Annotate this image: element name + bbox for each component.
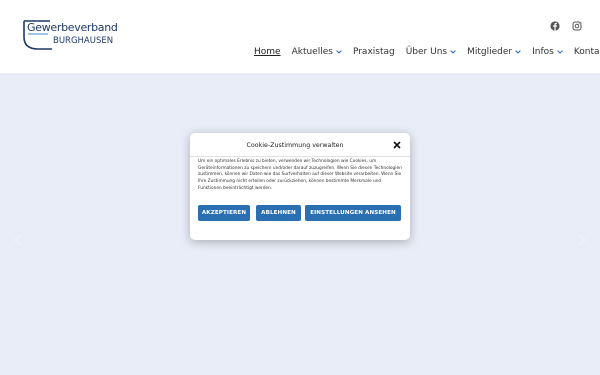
nav-item-mitglieder[interactable]: Mitglieder	[467, 47, 521, 58]
instagram-icon	[572, 21, 582, 31]
view-settings-button[interactable]: EINSTELLUNGEN ANSEHEN	[305, 205, 401, 221]
nav-item-kontakt[interactable]: Kontakt	[574, 47, 600, 58]
nav-item-label: Mitglieder	[467, 46, 513, 57]
facebook-link[interactable]	[548, 19, 562, 33]
site-logo[interactable]: Gewerbeverband BURGHAUSEN	[22, 19, 118, 55]
slider-next-arrow[interactable]	[577, 231, 587, 246]
chevron-down-icon	[515, 50, 521, 54]
nav-item-aktuelles[interactable]: Aktuelles	[292, 47, 342, 58]
site-header: Gewerbeverband BURGHAUSEN Home Aktuelles…	[0, 0, 600, 73]
nav-item-home[interactable]: Home	[254, 47, 281, 58]
nav-item-label: Praxistag	[352, 46, 395, 57]
chevron-right-icon	[579, 234, 586, 246]
cookie-dialog-text: Um ein optimales Erlebnis zu bieten, ver…	[198, 159, 402, 191]
chevron-down-icon	[336, 50, 342, 54]
cookie-dialog-title: Cookie-Zustimmung verwalten	[246, 142, 344, 149]
chevron-down-icon	[557, 50, 563, 54]
nav-item-ueber-uns[interactable]: Über Uns	[406, 47, 456, 58]
nav-item-praxistag[interactable]: Praxistag	[353, 47, 395, 58]
deny-button[interactable]: ABLEHNEN	[256, 205, 301, 221]
nav-item-label: Aktuelles	[291, 46, 333, 57]
nav-item-label: Home	[254, 46, 281, 57]
chevron-left-icon	[14, 234, 21, 246]
slider-prev-arrow[interactable]	[13, 231, 23, 246]
cookie-consent-dialog: Cookie-Zustimmung verwalten Um ein optim…	[190, 133, 410, 240]
cookie-dialog-close-button[interactable]	[391, 139, 402, 150]
nav-item-label: Kontakt	[573, 46, 600, 57]
nav-item-label: Über Uns	[405, 46, 448, 57]
chevron-down-icon	[450, 50, 456, 54]
logo-text-line1: Gewerbeverband	[27, 21, 118, 34]
cookie-dialog-divider	[190, 156, 410, 157]
nav-item-label: Infos	[532, 46, 554, 57]
close-icon	[392, 140, 401, 149]
nav-item-infos[interactable]: Infos	[532, 47, 563, 58]
logo-text-line2: BURGHAUSEN	[53, 36, 114, 46]
facebook-icon	[550, 21, 560, 31]
instagram-link[interactable]	[570, 19, 584, 33]
main-navigation: Home Aktuelles Praxistag Über Uns Mitgli…	[254, 45, 600, 59]
accept-button[interactable]: AKZEPTIEREN	[198, 205, 250, 221]
